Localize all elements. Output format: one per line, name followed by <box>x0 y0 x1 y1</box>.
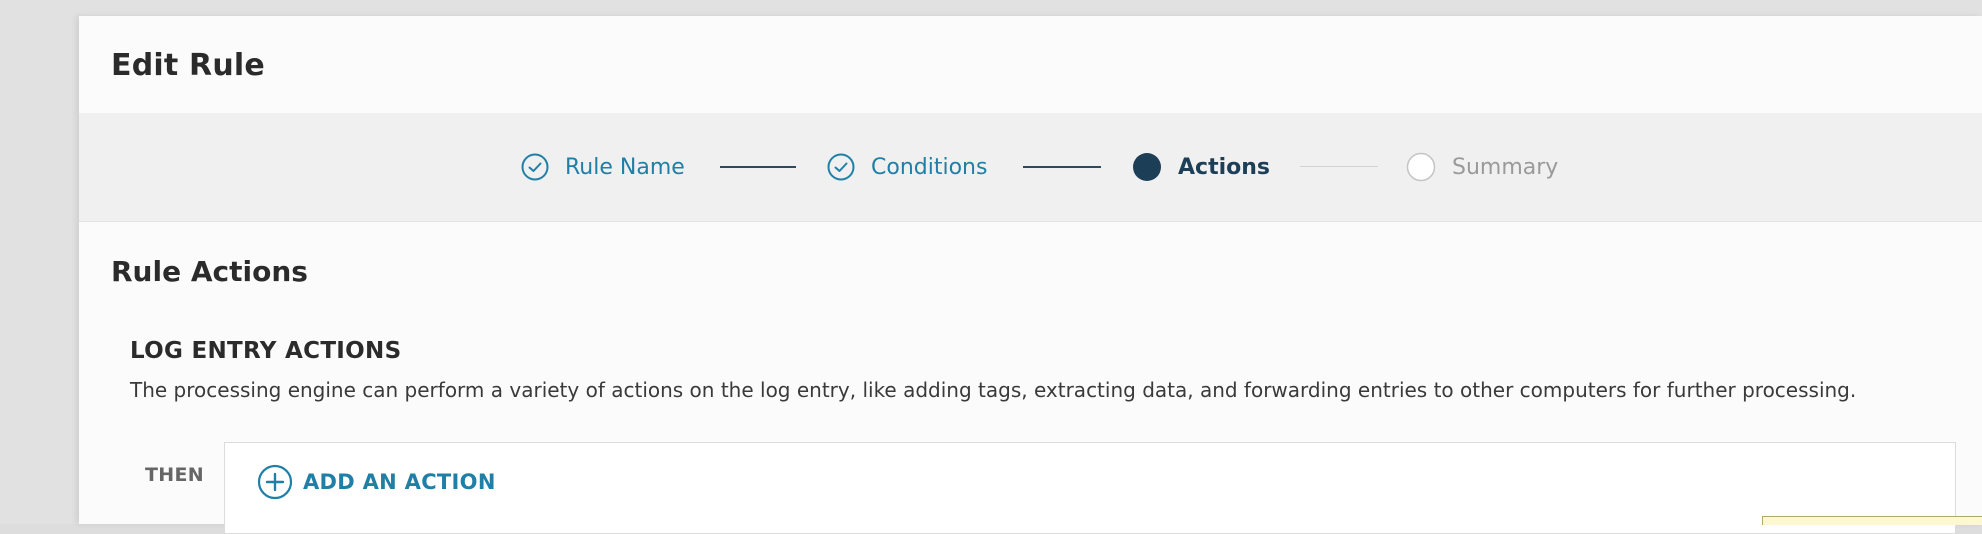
wizard-stepper: Rule Name Conditions Actions Summary <box>79 113 1982 222</box>
log-entry-actions-heading: LOG ENTRY ACTIONS <box>130 338 402 364</box>
step-actions[interactable]: Actions <box>1132 113 1270 221</box>
actions-list-box: ADD AN ACTION <box>224 442 1956 534</box>
step-label: Conditions <box>871 154 988 180</box>
step-rule-name[interactable]: Rule Name <box>521 113 685 221</box>
add-action-button[interactable]: ADD AN ACTION <box>257 464 496 500</box>
add-action-label: ADD AN ACTION <box>303 470 496 494</box>
step-summary[interactable]: Summary <box>1406 113 1558 221</box>
check-circle-icon <box>827 153 855 181</box>
section-title: Rule Actions <box>111 255 308 288</box>
step-label: Actions <box>1178 154 1270 180</box>
section-description: The processing engine can perform a vari… <box>130 378 1857 402</box>
step-connector <box>1023 166 1101 168</box>
empty-circle-icon <box>1406 152 1436 182</box>
step-conditions[interactable]: Conditions <box>827 113 987 221</box>
check-circle-icon <box>521 153 549 181</box>
edit-rule-dialog: Edit Rule Rule Name Conditions Actions S… <box>79 16 1982 534</box>
step-label: Summary <box>1452 154 1559 180</box>
then-label: THEN <box>145 464 204 486</box>
step-connector <box>1300 166 1378 167</box>
plus-circle-icon <box>257 464 293 500</box>
filled-circle-icon <box>1133 153 1161 181</box>
step-connector <box>720 166 796 168</box>
dialog-title: Edit Rule <box>111 48 265 83</box>
dialog-header: Edit Rule <box>79 16 1982 114</box>
step-label: Rule Name <box>565 154 685 180</box>
